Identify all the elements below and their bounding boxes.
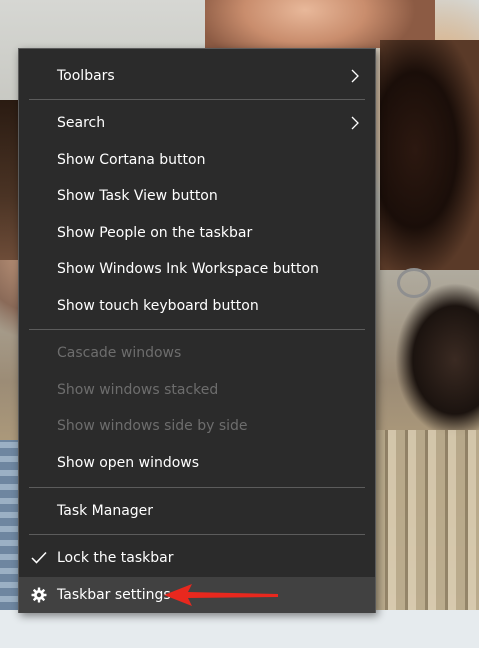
menu-item-label: Cascade windows xyxy=(57,345,182,361)
menu-item-show-windows-ink[interactable]: Show Windows Ink Workspace button xyxy=(19,251,375,287)
menu-item-label: Show Windows Ink Workspace button xyxy=(57,261,319,277)
menu-item-task-manager[interactable]: Task Manager xyxy=(19,493,375,529)
menu-item-label: Lock the taskbar xyxy=(57,550,174,566)
menu-item-search[interactable]: Search xyxy=(19,105,375,141)
menu-separator xyxy=(29,487,365,488)
check-icon xyxy=(31,551,47,564)
taskbar-context-menu: Toolbars Search Show Cortana button Show… xyxy=(18,48,376,613)
chevron-right-icon xyxy=(351,116,359,130)
gear-icon xyxy=(31,587,47,603)
menu-item-label: Search xyxy=(57,115,106,131)
red-arrow-icon xyxy=(164,584,278,606)
menu-item-show-touch-keyboard[interactable]: Show touch keyboard button xyxy=(19,288,375,324)
menu-item-label: Show People on the taskbar xyxy=(57,225,253,241)
menu-item-show-windows-stacked: Show windows stacked xyxy=(19,372,375,408)
menu-item-toolbars[interactable]: Toolbars xyxy=(19,58,375,94)
chevron-right-icon xyxy=(351,69,359,83)
taskbar-area xyxy=(0,610,479,648)
menu-item-label: Show windows stacked xyxy=(57,382,219,398)
wallpaper-earring xyxy=(397,268,431,298)
menu-item-show-task-view-button[interactable]: Show Task View button xyxy=(19,178,375,214)
menu-item-show-people[interactable]: Show People on the taskbar xyxy=(19,215,375,251)
menu-separator xyxy=(29,99,365,100)
wallpaper-figure-right xyxy=(380,40,479,270)
menu-item-label: Show touch keyboard button xyxy=(57,298,259,314)
menu-item-label: Show windows side by side xyxy=(57,418,248,434)
wallpaper-cityscape-right xyxy=(376,430,479,610)
menu-item-label: Toolbars xyxy=(57,68,115,84)
menu-item-show-cortana-button[interactable]: Show Cortana button xyxy=(19,142,375,178)
menu-separator xyxy=(29,329,365,330)
menu-item-cascade-windows: Cascade windows xyxy=(19,335,375,371)
menu-item-show-open-windows[interactable]: Show open windows xyxy=(19,445,375,481)
menu-separator xyxy=(29,534,365,535)
menu-item-label: Show Task View button xyxy=(57,188,218,204)
menu-item-show-windows-side-by-side: Show windows side by side xyxy=(19,408,375,444)
menu-item-label: Show open windows xyxy=(57,455,200,471)
menu-item-label: Show Cortana button xyxy=(57,152,206,168)
menu-item-label: Taskbar settings xyxy=(57,587,171,603)
menu-item-lock-the-taskbar[interactable]: Lock the taskbar xyxy=(19,540,375,576)
menu-item-label: Task Manager xyxy=(57,503,154,519)
